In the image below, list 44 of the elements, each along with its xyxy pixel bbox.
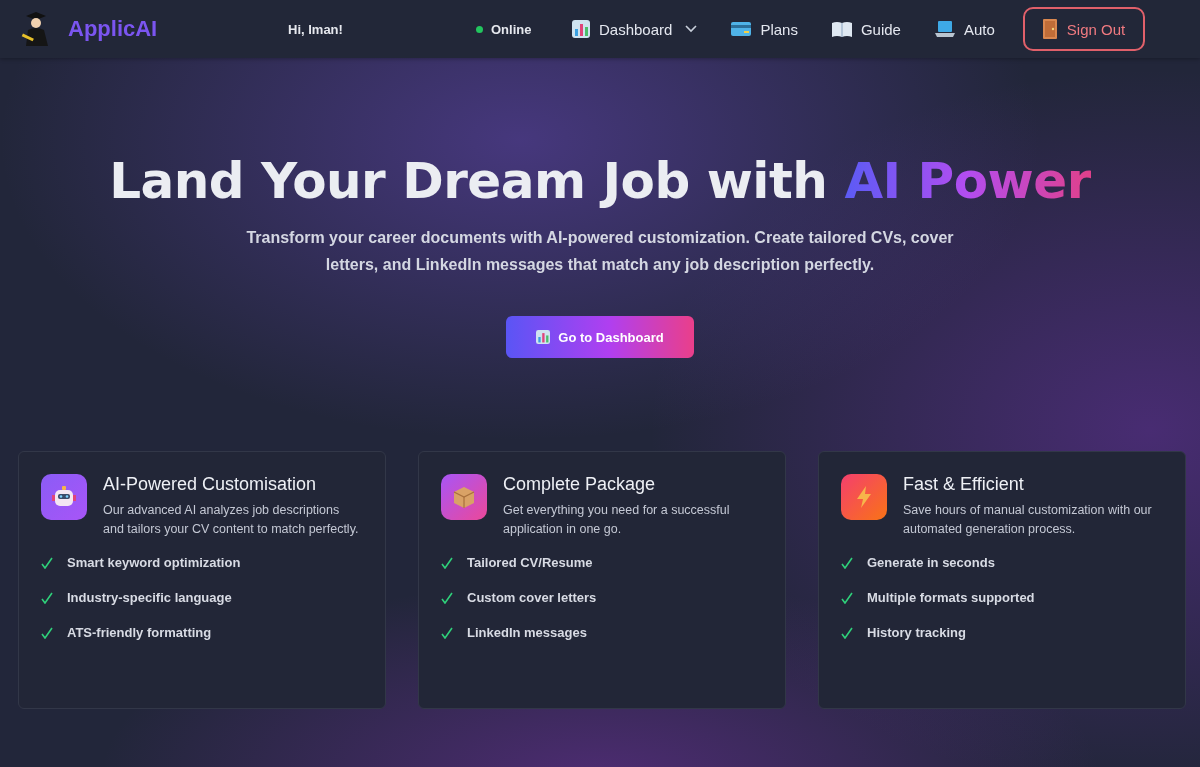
nav-link[interactable]: Dashboard: [572, 20, 698, 38]
feature-description: Get everything you need for a successful application in one go.: [503, 502, 731, 538]
feature-point: Tailored CV/Resume: [467, 555, 593, 570]
hero-title: Land Your Dream Job with AI Power: [109, 152, 1091, 210]
feature-description: Save hours of manual customization with our automated generation process.: [903, 502, 1153, 538]
status-label: Online: [491, 21, 532, 37]
feature-title: Fast & Efficient: [903, 474, 1025, 495]
bar-chart-icon: [536, 330, 551, 344]
bolt-icon: [841, 474, 887, 520]
greeting: Hi, Iman!: [288, 21, 344, 37]
bar-chart-icon: [572, 20, 590, 38]
feature-title: Complete Package: [503, 474, 657, 495]
feature-point: Smart keyword optimization: [67, 555, 241, 570]
nav-link[interactable]: Guide: [831, 20, 901, 38]
check-icon: [841, 591, 853, 604]
check-icon: [841, 626, 853, 639]
check-icon: [41, 626, 53, 639]
feature-point: Industry-specific language: [67, 590, 232, 605]
hero-subtitle: Transform your career documents with AI-powered customization. Create tailored CVs, cover letters, and LinkedIn messages that match any job description perfectly.: [245, 228, 955, 275]
sign-out-button[interactable]: Sign Out: [1022, 7, 1146, 51]
box-icon: [441, 474, 487, 520]
nav-link[interactable]: Plans: [731, 20, 798, 38]
check-icon: [441, 556, 453, 569]
feature-point: History tracking: [867, 625, 966, 640]
dashboard-button[interactable]: Go to Dashboard: [506, 316, 694, 358]
door-icon: [1042, 19, 1057, 39]
caret-icon: [685, 25, 698, 33]
credit-card-icon: [731, 22, 752, 36]
check-icon: [41, 591, 53, 604]
robot-icon: [41, 474, 87, 520]
check-icon: [41, 556, 53, 569]
check-icon: [441, 591, 453, 604]
feature-point: Generate in seconds: [867, 555, 995, 570]
feature-point: LinkedIn messages: [467, 625, 587, 640]
laptop-icon: [934, 21, 955, 37]
feature-point: Multiple formats supported: [867, 590, 1035, 605]
nav-link[interactable]: Auto: [934, 20, 995, 38]
feature-point: ATS-friendly formatting: [67, 625, 212, 640]
feature-description: Our advanced AI analyzes job descriptions and tailors your CV content to match perfectly.: [103, 502, 360, 538]
check-icon: [441, 626, 453, 639]
check-icon: [841, 556, 853, 569]
book-icon: [831, 21, 852, 37]
feature-point: Custom cover letters: [467, 590, 597, 605]
feature-title: AI-Powered Customisation: [103, 474, 318, 495]
